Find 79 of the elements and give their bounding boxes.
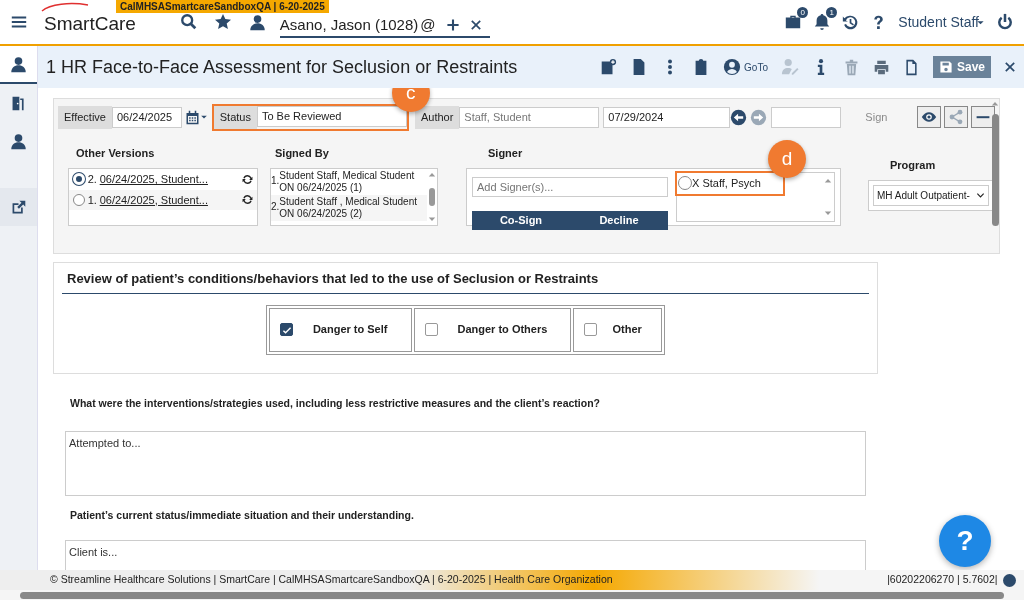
date-field[interactable]: 07/29/2024 [603, 106, 731, 128]
print-icon[interactable] [872, 58, 890, 76]
scroll-down-icon [428, 215, 436, 223]
version-link[interactable]: 06/24/2025, Student... [99, 171, 208, 188]
section-heading: Signed By [275, 145, 329, 161]
field-label: Effective [58, 106, 112, 129]
checkbox-option[interactable]: Other [573, 307, 662, 352]
at-sign[interactable]: @ [420, 13, 436, 36]
person-icon[interactable] [248, 13, 266, 31]
previous-icon[interactable] [730, 108, 748, 126]
scroll-up-icon [428, 171, 436, 179]
person-icon [10, 132, 27, 150]
environment-label: CalMHSASmartcareSandboxQA | 6-20-2025 [116, 0, 329, 13]
section-title: Review of patient’s conditions/behaviors that led to the use of Seclusion or Restraints [62, 267, 869, 294]
section-heading: Program [890, 157, 936, 173]
action-button[interactable]: Co-Sign [472, 211, 570, 230]
save-icon [938, 60, 953, 74]
refresh-icon[interactable] [242, 173, 253, 185]
list-number: 1. [271, 174, 280, 186]
notification-badge: 0 [797, 6, 809, 18]
close-icon[interactable] [469, 18, 482, 31]
status-field[interactable]: To Be Reviewed [256, 106, 407, 127]
external-icon [10, 198, 27, 216]
minimize-icon[interactable] [970, 106, 995, 129]
callout-marker: d [768, 140, 806, 178]
door-icon [10, 94, 27, 112]
checkbox-option[interactable]: Danger to Others [414, 307, 572, 352]
chevron-icon [976, 191, 985, 200]
callout-marker: c [391, 88, 430, 112]
author-field[interactable]: Staff, Student [459, 106, 600, 128]
calendar-icon [184, 109, 200, 125]
person-icon [10, 55, 27, 73]
text-field[interactable] [771, 106, 842, 128]
signer-input[interactable]: Add Signer(s)... [472, 177, 668, 197]
document-title: 1 HR Face-to-Face Assessment for Seclusion or Restraints [46, 55, 519, 79]
client-name[interactable]: Asano, Jason (1028) [279, 13, 419, 36]
scroll-up-icon [991, 100, 999, 108]
search-icon[interactable] [179, 13, 198, 31]
view-icon[interactable] [917, 106, 942, 129]
star-icon[interactable] [214, 13, 233, 31]
refresh-icon[interactable] [242, 194, 253, 206]
new-document-icon[interactable] [599, 58, 618, 76]
section-heading: Signer [488, 145, 523, 161]
action-button[interactable]: Decline [570, 211, 668, 230]
question-label: What were the interventions/strategies used, including less restrictive measures and the client’s reaction? [70, 396, 601, 411]
scrollbar[interactable] [0, 590, 1024, 600]
user-menu[interactable]: Student Staff [898, 11, 979, 33]
checkbox-option[interactable]: Danger to Self [269, 307, 413, 352]
scroll-down-icon [824, 209, 832, 217]
section-heading: Other Versions [76, 145, 155, 161]
effective-date-field[interactable]: 06/24/2025 [112, 106, 182, 128]
notification-badge: 1 [826, 6, 838, 18]
footer-text: © Streamline Healthcare Solutions | SmartCare | CalMHSASmartcareSandboxQA | 6-20-2025 | Health Care Organization [50, 572, 613, 588]
question-label: Patient’s current status/immediate situation and their understanding. [70, 507, 414, 523]
version-text: |60202206270 | 5.7602| [887, 572, 998, 588]
answer-box[interactable]: Client is... [65, 539, 866, 570]
help-button[interactable]: ? [939, 515, 991, 567]
goto-link[interactable]: GoTo [744, 59, 768, 75]
power-icon[interactable] [996, 13, 1014, 31]
list-number: 1. [87, 192, 97, 208]
sidebar-item[interactable] [0, 188, 37, 226]
user-icon[interactable] [723, 58, 742, 76]
version-link[interactable]: 06/24/2025, Student... [99, 191, 208, 208]
plus-icon[interactable] [445, 17, 460, 32]
history-icon[interactable] [842, 13, 860, 31]
radio-button[interactable] [73, 193, 85, 206]
field-label: Status [213, 106, 257, 129]
program-dropdown[interactable]: MH Adult Outpatient- [873, 185, 989, 206]
list-number: 2. [87, 172, 97, 187]
bell-icon[interactable] [813, 13, 832, 32]
list-number: 2. [271, 200, 280, 212]
field-label: Author [414, 106, 460, 129]
close-icon[interactable] [1004, 61, 1016, 73]
signature-entry: Student Staff , Medical Student ON 06/24/2025 (2) [279, 196, 419, 220]
signature-entry: Student Staff, Medical Student ON 06/24/2025 (1) [279, 170, 416, 194]
scroll-up-icon [824, 177, 832, 185]
calendar-button[interactable] [184, 109, 208, 125]
answer-box[interactable]: Attempted to... [65, 430, 866, 496]
sidebar-item[interactable] [0, 46, 37, 84]
